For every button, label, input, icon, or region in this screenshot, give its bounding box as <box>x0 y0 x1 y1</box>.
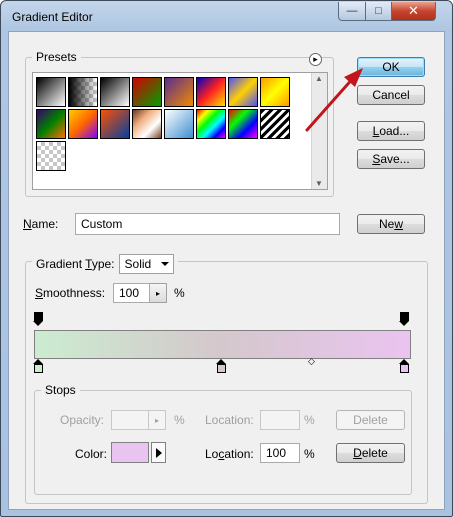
delete-opacity-label: Delete <box>353 413 388 427</box>
smoothness-input[interactable] <box>113 283 150 303</box>
opacity-location-percent: % <box>304 413 315 427</box>
color-location-input[interactable] <box>260 443 300 463</box>
preset-swatch[interactable] <box>196 77 226 107</box>
delete-label-mnemonic: D <box>353 446 362 460</box>
preset-swatch[interactable] <box>36 109 66 139</box>
opacity-percent: % <box>174 413 185 427</box>
preset-swatch[interactable] <box>132 109 162 139</box>
maximize-button[interactable]: □ <box>365 2 392 21</box>
gradient-type-value: Solid <box>124 257 152 271</box>
color-location-percent: % <box>304 447 315 461</box>
opacity-stop-left[interactable] <box>33 312 43 327</box>
stepper-arrow-icon: ▸ <box>154 415 159 425</box>
presets-group: Presets ▸ ▲ ▼ <box>25 50 334 197</box>
presets-list[interactable]: ▲ ▼ <box>32 72 328 190</box>
maximize-icon: □ <box>375 5 382 17</box>
preset-swatch[interactable] <box>68 109 98 139</box>
preset-swatch[interactable] <box>164 77 194 107</box>
midpoint-diamond-icon[interactable]: ◇ <box>308 356 315 367</box>
preset-swatch[interactable] <box>228 77 258 107</box>
flyout-arrow-icon <box>156 448 162 458</box>
stops-label: Stops <box>41 383 80 397</box>
opacity-input[interactable] <box>111 410 149 430</box>
preset-swatch[interactable] <box>132 77 162 107</box>
name-label: Name: <box>23 217 59 231</box>
save-label: ave... <box>380 152 410 166</box>
new-label-mnemonic: w <box>394 217 403 231</box>
dropdown-arrow-icon <box>160 262 169 266</box>
opacity-location-input[interactable] <box>260 410 300 430</box>
preset-swatch[interactable] <box>36 141 66 171</box>
delete-color-stop-button[interactable]: Delete <box>336 443 405 463</box>
new-label: Ne <box>378 217 395 231</box>
gradient-preview-bar[interactable] <box>34 330 411 359</box>
preset-swatch[interactable] <box>100 109 130 139</box>
color-location-label: Location: <box>205 447 254 461</box>
gradient-type-label: Gradient Type: <box>36 257 115 271</box>
color-stop-right[interactable] <box>399 359 409 374</box>
ok-label: OK <box>382 60 400 74</box>
color-stop-left[interactable] <box>33 359 43 374</box>
scroll-down-icon[interactable]: ▼ <box>315 179 323 188</box>
opacity-location-label: Location: <box>205 413 254 427</box>
color-swatch[interactable] <box>111 442 149 463</box>
smoothness-stepper[interactable]: ▸ <box>150 283 167 303</box>
new-button[interactable]: Ne w <box>357 214 425 234</box>
name-input[interactable] <box>75 213 340 235</box>
preset-swatch[interactable] <box>164 109 194 139</box>
dialog-body: Presets ▸ ▲ ▼ OK Cancel Load... Save... <box>8 31 445 510</box>
preset-swatch[interactable] <box>36 77 66 107</box>
presets-label: Presets <box>32 50 81 64</box>
stepper-arrow-icon: ▸ <box>155 288 160 298</box>
close-button[interactable]: ✕ <box>391 2 436 21</box>
save-label-mnemonic: S <box>372 152 381 166</box>
stops-group: Stops Opacity: ▸ % Location: % Delete Co… <box>34 383 412 495</box>
annotation-arrow <box>305 68 363 132</box>
preset-swatch[interactable] <box>260 109 290 139</box>
delete-opacity-stop-button[interactable]: Delete <box>336 410 405 430</box>
save-button[interactable]: Save... <box>357 149 425 169</box>
load-label: oad... <box>379 124 410 138</box>
preset-swatch[interactable] <box>100 77 130 107</box>
gradient-type-row: Gradient Type: Solid <box>32 254 178 274</box>
opacity-stop-right[interactable] <box>399 312 409 327</box>
preset-swatch[interactable] <box>260 77 290 107</box>
close-icon: ✕ <box>408 3 419 18</box>
cancel-label: Cancel <box>372 88 410 102</box>
color-stop-middle[interactable] <box>216 359 226 374</box>
preset-swatch-grid <box>36 77 298 171</box>
opacity-label: Opacity: <box>60 413 105 427</box>
preset-swatch[interactable] <box>196 109 226 139</box>
gradient-editor-window: Gradient Editor — □ ✕ Presets ▸ ▲ ▼ OK C… <box>0 0 453 517</box>
smoothness-percent: % <box>174 286 185 300</box>
minimize-button[interactable]: — <box>338 2 366 21</box>
title-bar[interactable]: Gradient Editor — □ ✕ <box>1 1 452 31</box>
opacity-stepper[interactable]: ▸ <box>149 410 166 430</box>
smoothness-label: Smoothness: <box>35 286 106 300</box>
delete-label: elete <box>361 446 388 460</box>
color-menu-button[interactable] <box>151 442 166 463</box>
preset-swatch[interactable] <box>228 109 258 139</box>
gradient-group: Gradient Type: Solid Smoothness: ▸ % <box>25 254 428 504</box>
gradient-type-select[interactable]: Solid <box>118 254 174 274</box>
preset-swatch[interactable] <box>68 77 98 107</box>
window-title: Gradient Editor <box>12 10 93 24</box>
minimize-icon: — <box>346 5 358 17</box>
color-label: Color: <box>75 447 108 461</box>
load-label-mnemonic: L <box>372 124 380 138</box>
